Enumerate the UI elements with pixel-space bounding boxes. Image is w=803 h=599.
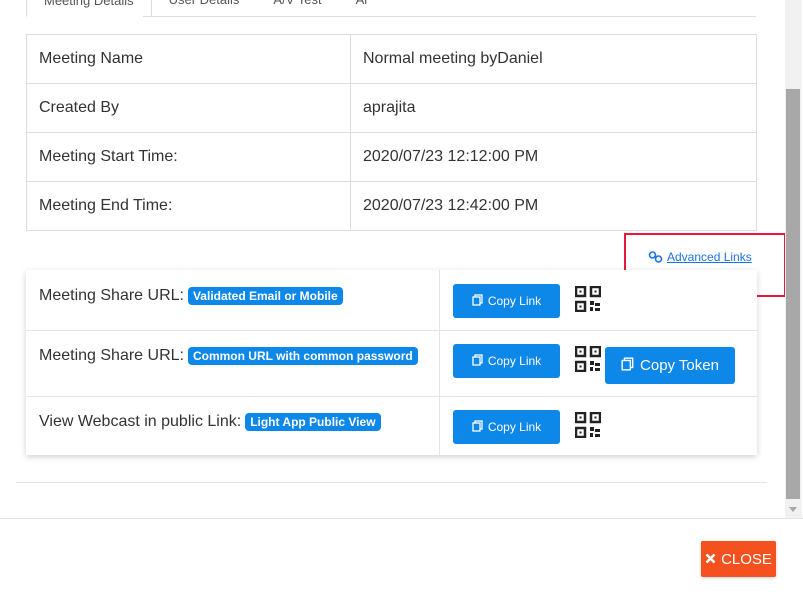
qr-code-icon[interactable] <box>574 285 602 313</box>
created-by-label: Created By <box>26 83 351 133</box>
close-icon <box>705 551 716 568</box>
copy-link-button-webcast[interactable]: Copy Link <box>453 410 560 444</box>
share-row-label-cell: Meeting Share URL: Validated Email or Mo… <box>26 270 440 330</box>
copy-link-label: Copy Link <box>487 294 542 308</box>
tab-user-details[interactable]: User Details <box>152 0 257 17</box>
meeting-details-table: Meeting Name Normal meeting byDaniel Cre… <box>26 34 757 231</box>
table-row: Meeting Name Normal meeting byDaniel <box>26 34 757 84</box>
copy-icon <box>621 356 635 375</box>
common-url-badge: Common URL with common password <box>187 347 418 365</box>
share-url-label: Meeting Share URL: <box>39 287 184 304</box>
start-time-value: 2020/07/23 12:12:00 PM <box>350 132 757 182</box>
advanced-links-label: Advanced Links <box>667 250 752 264</box>
start-time-label: Meeting Start Time: <box>26 132 351 182</box>
qr-code-icon[interactable] <box>574 345 602 373</box>
copy-link-label: Copy Link <box>487 420 542 434</box>
scrollbar-thumb[interactable] <box>786 89 800 499</box>
meeting-name-label: Meeting Name <box>26 34 351 84</box>
copy-icon <box>472 353 484 369</box>
share-row-label-cell: View Webcast in public Link: Light App P… <box>26 397 440 455</box>
share-row-webcast: View Webcast in public Link: Light App P… <box>26 396 757 455</box>
copy-token-label: Copy Token <box>640 357 719 374</box>
validated-email-badge: Validated Email or Mobile <box>187 287 343 305</box>
webcast-label: View Webcast in public Link: <box>39 413 242 430</box>
meeting-name-value: Normal meeting byDaniel <box>350 34 757 84</box>
table-row: Created By aprajita <box>26 83 757 133</box>
qr-code-icon[interactable] <box>574 411 602 439</box>
tab-underline <box>143 16 756 17</box>
table-row: Meeting End Time: 2020/07/23 12:42:00 PM <box>26 181 757 231</box>
share-row-label: Meeting Share URL: Common URL with commo… <box>39 347 418 365</box>
share-row-label-cell: Meeting Share URL: Common URL with commo… <box>26 331 440 396</box>
end-time-value: 2020/07/23 12:42:00 PM <box>350 181 757 231</box>
copy-link-button-common[interactable]: Copy Link <box>453 344 560 378</box>
share-row-label: Meeting Share URL: Validated Email or Mo… <box>39 287 343 305</box>
close-label: CLOSE <box>721 550 772 568</box>
copy-icon <box>472 419 484 435</box>
share-row-label: View Webcast in public Link: Light App P… <box>39 413 381 431</box>
scroll-down-icon[interactable] <box>789 507 797 512</box>
light-app-badge: Light App Public View <box>245 413 381 431</box>
close-button[interactable]: CLOSE <box>701 541 776 577</box>
table-row: Meeting Start Time: 2020/07/23 12:12:00 … <box>26 132 757 182</box>
copy-icon <box>472 293 484 309</box>
share-row-validated: Meeting Share URL: Validated Email or Mo… <box>26 270 757 330</box>
copy-token-button[interactable]: Copy Token <box>605 347 735 384</box>
modal-footer-divider <box>0 518 803 519</box>
tab-strip: Meeting Details User Details A/V Test Al <box>26 0 384 17</box>
copy-link-button-validated[interactable]: Copy Link <box>453 284 560 318</box>
link-icon <box>648 250 664 264</box>
share-url-label: Meeting Share URL: <box>39 347 184 364</box>
copy-link-label: Copy Link <box>487 354 542 368</box>
tab-meeting-details[interactable]: Meeting Details <box>26 0 152 17</box>
advanced-links-link[interactable]: Advanced Links <box>648 250 752 264</box>
tab-av-test[interactable]: A/V Test <box>256 0 338 17</box>
section-divider <box>16 482 767 483</box>
end-time-label: Meeting End Time: <box>26 181 351 231</box>
created-by-value: aprajita <box>350 83 757 133</box>
tab-more[interactable]: Al <box>339 0 385 17</box>
